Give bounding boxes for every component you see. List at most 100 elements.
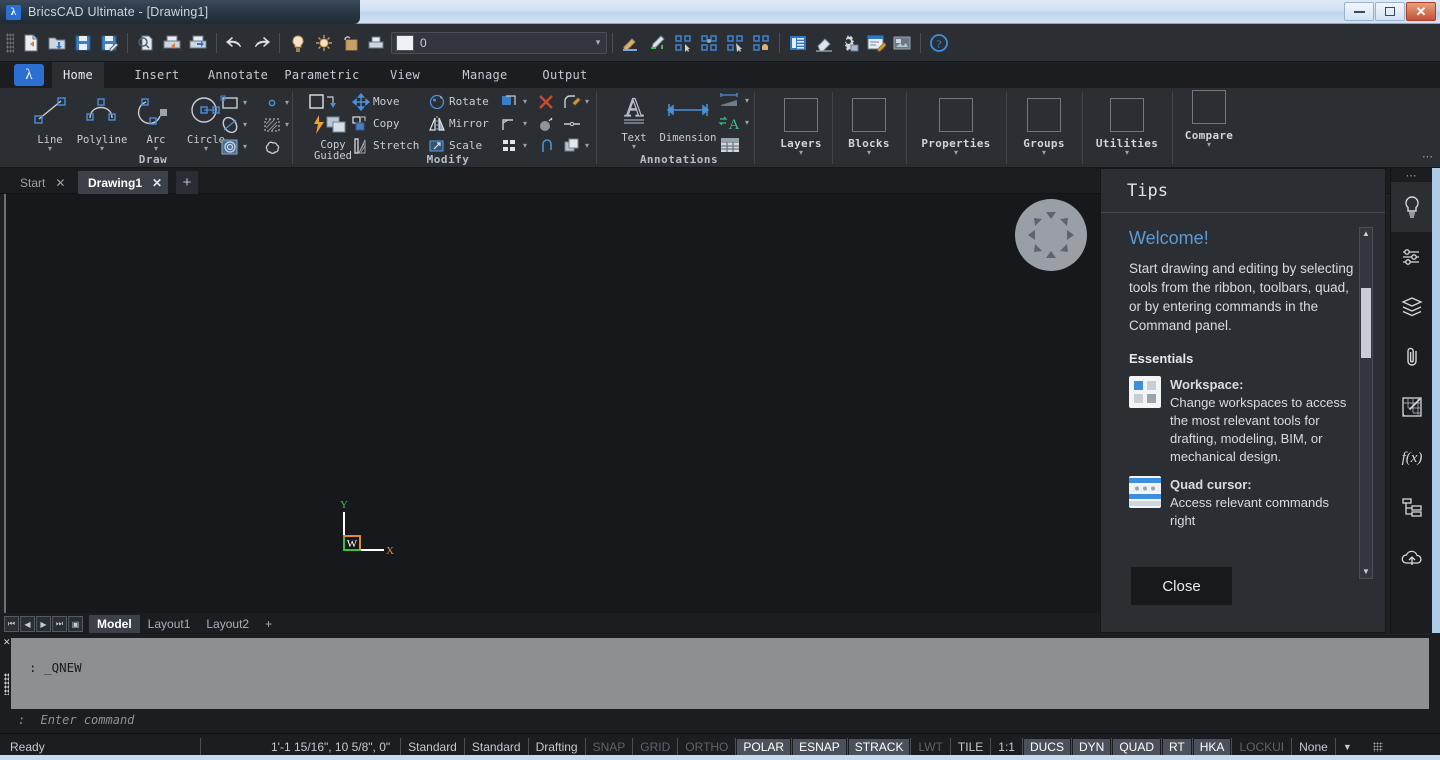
scroll-up-icon[interactable]: ▲ — [1360, 228, 1372, 240]
layer-plot-icon[interactable] — [363, 30, 389, 56]
last-layout-button[interactable]: ⏭ — [52, 616, 67, 632]
draw-polyline-button[interactable]: Polyline ▾ — [76, 92, 128, 152]
draw-ellipse-button[interactable]: ▾ — [220, 115, 247, 134]
status-toggle-dyn[interactable]: DYN — [1073, 739, 1110, 755]
draw-hatch-button[interactable]: ▾ — [262, 115, 289, 134]
modify-copy-button[interactable]: Copy — [352, 114, 400, 133]
status-toggle-snap[interactable]: SNAP — [587, 739, 632, 755]
lookfrom-compass-widget[interactable] — [1014, 198, 1088, 272]
chevron-down-icon[interactable]: ▾ — [745, 118, 749, 127]
quick-select-icon[interactable] — [722, 30, 748, 56]
status-toggle-tile[interactable]: TILE — [952, 739, 989, 755]
print-preview-icon[interactable] — [133, 30, 159, 56]
groups-panel-button[interactable]: Groups ▾ — [1006, 92, 1082, 156]
compare-panel-button[interactable]: Compare ▾ — [1166, 84, 1252, 148]
first-layout-button[interactable]: ⏮ — [4, 616, 19, 632]
layout-tab-layout2[interactable]: Layout2 — [198, 615, 257, 633]
chevron-down-icon[interactable]: ▾ — [243, 98, 247, 107]
tab-output[interactable]: Output — [528, 62, 602, 88]
chevron-down-icon[interactable]: ▾ — [1082, 150, 1172, 156]
document-tab-start[interactable]: Start ✕ — [10, 171, 71, 194]
chevron-down-icon[interactable]: ▾ — [24, 146, 76, 152]
sidebar-handle[interactable]: ⋯ — [1391, 168, 1432, 182]
chevron-down-icon[interactable]: ▼ — [1337, 741, 1358, 753]
command-input[interactable]: : Enter command — [11, 713, 1429, 731]
status-toggle-lockui[interactable]: LOCKUI — [1233, 739, 1290, 755]
tab-manage[interactable]: Manage — [448, 62, 522, 88]
modify-move-button[interactable]: Move — [352, 92, 400, 111]
tip-item-workspace[interactable]: Workspace: Change workspaces to access t… — [1129, 376, 1357, 466]
toolbar-grip[interactable] — [6, 33, 14, 53]
select-group-icon[interactable] — [748, 30, 774, 56]
help-icon[interactable]: ? — [926, 30, 952, 56]
status-coordinates[interactable]: 1'-1 15/16", 10 5/8", 0" — [261, 740, 400, 754]
ribbon-overflow-handle[interactable]: ⋯ — [1422, 150, 1434, 163]
plot-icon[interactable] — [159, 30, 185, 56]
draw-point-button[interactable]: ▾ — [262, 93, 289, 112]
tab-annotate[interactable]: Annotate — [198, 62, 278, 88]
new-document-tab-button[interactable]: + — [176, 171, 198, 194]
resize-grip-icon[interactable] — [1373, 742, 1383, 752]
status-field-text-style[interactable]: Standard — [402, 739, 463, 755]
select-by-attribute-icon[interactable] — [696, 30, 722, 56]
layer-selector[interactable]: 0 ▾ — [391, 32, 607, 54]
modify-fillet-button[interactable]: ▾ — [562, 92, 589, 111]
eraser-icon[interactable] — [811, 30, 837, 56]
annotations-dimension-button[interactable]: Dimension — [656, 92, 720, 144]
sidebar-item-parametrics[interactable]: f(x) — [1391, 432, 1432, 482]
tab-home[interactable]: Home — [52, 62, 104, 88]
status-toggle-esnap[interactable]: ESNAP — [793, 739, 846, 755]
tab-insert[interactable]: Insert — [118, 62, 196, 88]
status-annotation-scale[interactable]: None — [1293, 739, 1334, 755]
chevron-down-icon[interactable]: ▾ — [745, 96, 749, 105]
tip-item-quad-cursor[interactable]: Quad cursor: Access relevant commands ri… — [1129, 476, 1357, 530]
status-toggle-ducs[interactable]: DUCS — [1024, 739, 1070, 755]
chevron-down-icon[interactable]: ▾ — [585, 141, 589, 150]
status-field-dim-style[interactable]: Standard — [466, 739, 527, 755]
sidebar-item-hatch[interactable] — [1391, 382, 1432, 432]
previous-layout-button[interactable]: ◀ — [20, 616, 35, 632]
sidebar-item-layers[interactable] — [1391, 282, 1432, 332]
save-as-icon[interactable] — [96, 30, 122, 56]
layout-tab-model[interactable]: Model — [89, 615, 140, 633]
draw-rectangle-button[interactable]: ▾ — [220, 93, 247, 112]
sidebar-item-tips[interactable] — [1391, 182, 1432, 232]
status-toggle-strack[interactable]: STRACK — [849, 739, 910, 755]
tips-close-button[interactable]: Close — [1131, 567, 1232, 605]
status-toggle-polar[interactable]: POLAR — [737, 739, 790, 755]
chevron-down-icon[interactable]: ▾ — [523, 119, 527, 128]
layer-freeze-icon[interactable] — [311, 30, 337, 56]
modify-break-button[interactable] — [562, 114, 582, 133]
chevron-down-icon[interactable]: ▾ — [285, 98, 289, 107]
scroll-down-icon[interactable]: ▼ — [1360, 566, 1372, 578]
tips-scrollbar-thumb[interactable] — [1361, 288, 1371, 358]
close-icon[interactable]: ✕ — [152, 176, 162, 190]
document-tab-drawing1[interactable]: Drawing1 ✕ — [78, 171, 168, 194]
close-icon[interactable]: ✕ — [3, 637, 11, 648]
utilities-panel-button[interactable]: Utilities ▾ — [1082, 92, 1172, 156]
annotations-leader-button[interactable]: ▾ — [718, 91, 749, 110]
sidebar-item-attachments[interactable] — [1391, 332, 1432, 382]
layers-panel-icon[interactable] — [785, 30, 811, 56]
chevron-down-icon[interactable]: ▾ — [906, 150, 1006, 156]
chevron-down-icon[interactable]: ▾ — [243, 120, 247, 129]
drawing-canvas[interactable]: W Y X — [4, 194, 1100, 613]
chevron-down-icon[interactable]: ▾ — [285, 120, 289, 129]
status-toggle-hka[interactable]: HKA — [1194, 739, 1231, 755]
chevron-down-icon[interactable]: ▾ — [1166, 142, 1252, 148]
edit-text-icon[interactable] — [863, 30, 889, 56]
annotations-table-button[interactable] — [718, 135, 742, 154]
draw-line-button[interactable]: Line ▾ — [24, 92, 76, 152]
chevron-down-icon[interactable]: ▾ — [1006, 150, 1082, 156]
chevron-down-icon[interactable]: ▾ — [130, 146, 182, 152]
status-toggle-quad[interactable]: QUAD — [1113, 739, 1160, 755]
open-drawing-icon[interactable] — [44, 30, 70, 56]
print-icon[interactable] — [185, 30, 211, 56]
blocks-panel-button[interactable]: Blocks ▾ — [832, 92, 906, 156]
image-icon[interactable] — [889, 30, 915, 56]
application-menu-button[interactable]: λ — [14, 64, 44, 86]
settings-icon[interactable] — [837, 30, 863, 56]
undo-icon[interactable] — [222, 30, 248, 56]
status-toggle-ortho[interactable]: ORTHO — [679, 739, 734, 755]
sidebar-item-cloud[interactable] — [1391, 532, 1432, 582]
